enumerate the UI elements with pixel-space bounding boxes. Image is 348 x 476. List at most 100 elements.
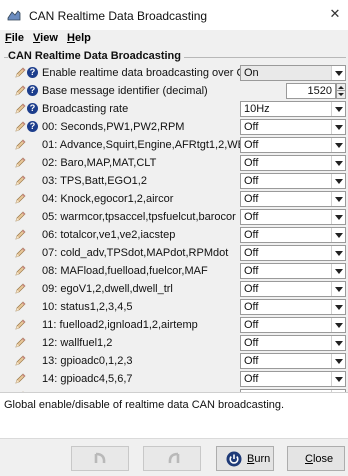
setting-dropdown[interactable]: Off: [240, 353, 346, 369]
settings-panel: CAN Realtime Data Broadcasting ? Enable r…: [0, 47, 348, 405]
pencil-icon: [14, 175, 26, 187]
setting-dropdown[interactable]: Off: [240, 281, 346, 297]
chevron-down-icon[interactable]: [331, 372, 345, 386]
spinner-up-icon[interactable]: [337, 84, 345, 91]
burn-button[interactable]: Burn: [216, 446, 274, 471]
setting-dropdown[interactable]: Off: [240, 299, 346, 315]
description-area: Global enable/disable of realtime data C…: [0, 392, 348, 438]
setting-row: 02: Baro,MAP,MAT,CLT Off: [0, 154, 348, 172]
dropdown-value: Off: [244, 121, 259, 133]
chevron-down-icon[interactable]: [331, 282, 345, 296]
help-icon[interactable]: ?: [27, 85, 38, 96]
group-title: CAN Realtime Data Broadcasting: [8, 50, 184, 62]
chevron-down-icon[interactable]: [331, 174, 345, 188]
menu-view[interactable]: View: [33, 32, 58, 44]
close-button[interactable]: Close: [287, 446, 345, 471]
base-id-input[interactable]: 1520: [286, 83, 336, 99]
setting-row: 14: gpioadc4,5,6,7 Off: [0, 370, 348, 388]
dropdown-value: Off: [244, 301, 259, 313]
setting-label: 05: warmcor,tpsaccel,tpsfuelcut,barocor: [42, 211, 236, 223]
setting-row: 13: gpioadc0,1,2,3 Off: [0, 352, 348, 370]
pencil-icon: [14, 265, 26, 277]
help-icon[interactable]: ?: [27, 67, 38, 78]
dropdown-value: Off: [244, 337, 259, 349]
setting-dropdown[interactable]: Off: [240, 245, 346, 261]
help-icon[interactable]: ?: [27, 103, 38, 114]
setting-dropdown[interactable]: Off: [240, 155, 346, 171]
setting-row: 01: Advance,Squirt,Engine,AFRtgt1,2,WBen…: [0, 136, 348, 154]
chevron-down-icon[interactable]: [331, 156, 345, 170]
redo-button[interactable]: [143, 446, 201, 471]
pencil-icon: [14, 283, 26, 295]
redo-icon: [168, 452, 180, 464]
undo-icon: [94, 452, 106, 464]
setting-dropdown[interactable]: Off: [240, 227, 346, 243]
setting-label: Base message identifier (decimal): [42, 85, 208, 97]
setting-label: 03: TPS,Batt,EGO1,2: [42, 175, 147, 187]
pencil-icon: [14, 319, 26, 331]
chevron-down-icon[interactable]: [331, 120, 345, 134]
setting-row: 08: MAFload,fuelload,fuelcor,MAF Off: [0, 262, 348, 280]
pencil-icon: [14, 157, 26, 169]
setting-label: 13: gpioadc0,1,2,3: [42, 355, 133, 367]
setting-dropdown[interactable]: Off: [240, 173, 346, 189]
window-title: CAN Realtime Data Broadcasting: [29, 9, 208, 23]
chevron-down-icon[interactable]: [331, 318, 345, 332]
setting-row: 09: egoV1,2,dwell,dwell_trl Off: [0, 280, 348, 298]
setting-dropdown[interactable]: Off: [240, 263, 346, 279]
help-icon[interactable]: ?: [27, 121, 38, 132]
chevron-down-icon[interactable]: [331, 210, 345, 224]
setting-row: ? 00: Seconds,PW1,PW2,RPM Off: [0, 118, 348, 136]
title-bar: CAN Realtime Data Broadcasting ✕: [0, 0, 348, 30]
menu-file[interactable]: File: [5, 32, 24, 44]
setting-dropdown[interactable]: Off: [240, 335, 346, 351]
pencil-icon: [14, 121, 26, 133]
app-icon: [7, 10, 21, 21]
setting-row: ? Broadcasting rate 10Hz: [0, 100, 348, 118]
spinner-buttons: [336, 83, 346, 99]
setting-row: 12: wallfuel1,2 Off: [0, 334, 348, 352]
chevron-down-icon[interactable]: [331, 300, 345, 314]
chevron-down-icon[interactable]: [331, 354, 345, 368]
pencil-icon: [14, 85, 26, 97]
setting-label: Broadcasting rate: [42, 103, 129, 115]
pencil-icon: [14, 103, 26, 115]
setting-dropdown[interactable]: Off: [240, 119, 346, 135]
chevron-down-icon[interactable]: [331, 192, 345, 206]
button-bar: Burn Close: [0, 438, 348, 476]
pencil-icon: [14, 193, 26, 205]
setting-label: Enable realtime data broadcasting over C…: [42, 67, 260, 79]
setting-dropdown[interactable]: 10Hz: [240, 101, 346, 117]
spinner-down-icon[interactable]: [337, 91, 345, 98]
dropdown-value: Off: [244, 211, 259, 223]
setting-row: 05: warmcor,tpsaccel,tpsfuelcut,barocor O…: [0, 208, 348, 226]
chevron-down-icon[interactable]: [331, 66, 345, 80]
setting-dropdown[interactable]: Off: [240, 371, 346, 387]
setting-dropdown[interactable]: Off: [240, 317, 346, 333]
setting-dropdown[interactable]: Off: [240, 137, 346, 153]
dropdown-value: Off: [244, 247, 259, 259]
pencil-icon: [14, 139, 26, 151]
setting-dropdown[interactable]: Off: [240, 191, 346, 207]
pencil-icon: [14, 301, 26, 313]
setting-label: 14: gpioadc4,5,6,7: [42, 373, 133, 385]
chevron-down-icon[interactable]: [331, 246, 345, 260]
setting-row: 11: fuelload2,ignload1,2,airtemp Off: [0, 316, 348, 334]
pencil-icon: [14, 229, 26, 241]
menu-help[interactable]: Help: [67, 32, 91, 44]
close-window-icon[interactable]: ✕: [328, 7, 342, 21]
dropdown-value: Off: [244, 265, 259, 277]
undo-button[interactable]: [71, 446, 129, 471]
setting-label: 02: Baro,MAP,MAT,CLT: [42, 157, 157, 169]
setting-dropdown[interactable]: Off: [240, 209, 346, 225]
chevron-down-icon[interactable]: [331, 138, 345, 152]
setting-dropdown[interactable]: On: [240, 65, 346, 81]
chevron-down-icon[interactable]: [331, 264, 345, 278]
base-id-spinner[interactable]: 1520: [240, 83, 346, 99]
dropdown-value: Off: [244, 283, 259, 295]
chevron-down-icon[interactable]: [331, 228, 345, 242]
chevron-down-icon[interactable]: [331, 336, 345, 350]
chevron-down-icon[interactable]: [331, 102, 345, 116]
setting-label: 06: totalcor,ve1,ve2,iacstep: [42, 229, 176, 241]
burn-label: Burn: [247, 453, 271, 465]
